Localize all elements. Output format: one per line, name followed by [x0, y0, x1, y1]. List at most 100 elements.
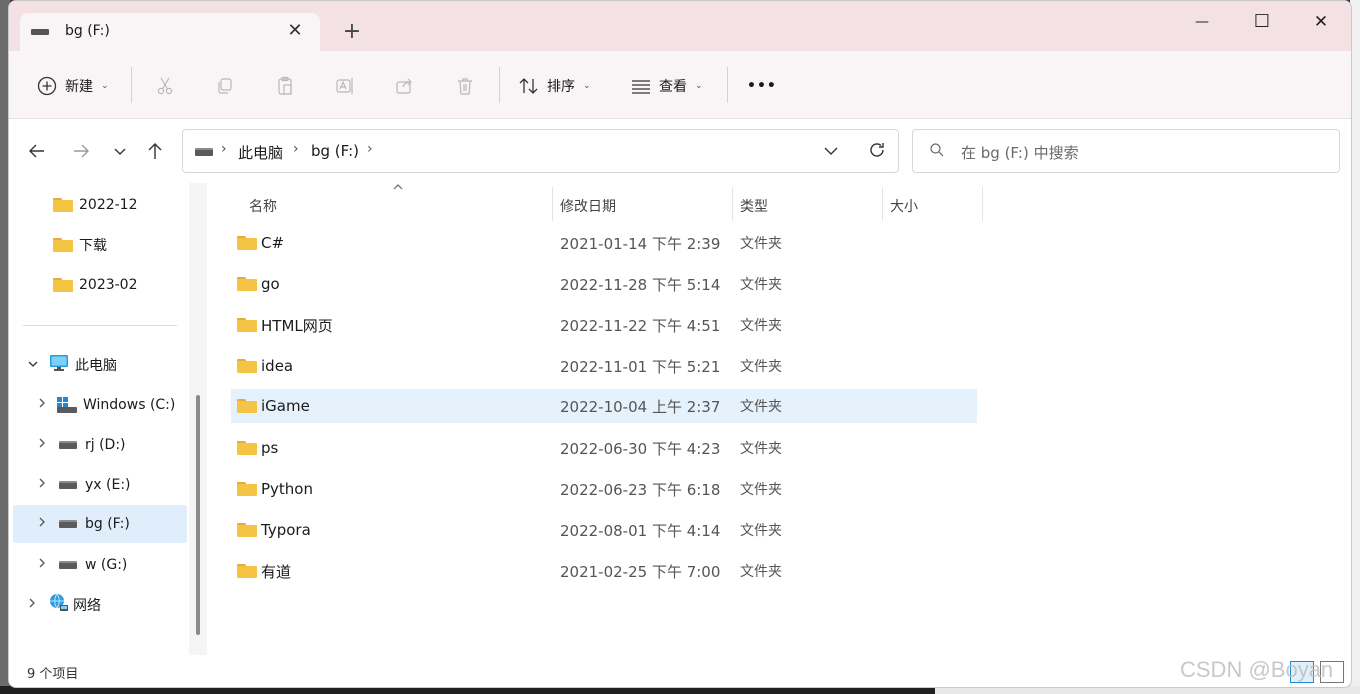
table-row[interactable]: C# 2021-01-14 下午 2:39 文件夹	[231, 226, 977, 260]
view-button[interactable]: 查看 ⌄	[629, 71, 703, 101]
rename-icon	[333, 74, 357, 98]
column-divider[interactable]	[552, 187, 553, 221]
sidebar-item-label: bg (F:)	[85, 516, 130, 532]
file-type: 文件夹	[740, 399, 782, 415]
file-type: 文件夹	[740, 277, 782, 293]
sidebar-item-2022-12[interactable]: 2022-12	[13, 186, 187, 224]
up-arrow-icon[interactable]	[141, 141, 169, 163]
file-date: 2022-10-04 上午 2:37	[560, 397, 721, 416]
paste-button[interactable]	[273, 71, 297, 101]
new-button-label: 新建	[65, 79, 93, 95]
new-button[interactable]: 新建 ⌄	[35, 71, 109, 101]
folder-icon	[237, 523, 257, 537]
new-tab-button[interactable]: +	[341, 21, 363, 43]
sidebar-item-drive-g[interactable]: w (G:)	[13, 546, 187, 584]
chevron-right-icon	[37, 477, 53, 493]
sidebar-item-drive-d[interactable]: rj (D:)	[13, 426, 187, 464]
sidebar-item-this-pc[interactable]: 此电脑	[13, 346, 187, 384]
sort-button[interactable]: 排序 ⌄	[517, 71, 591, 101]
title-bar: bg (F:) ✕ + — ☐ ✕	[9, 1, 1351, 51]
file-explorer-window: bg (F:) ✕ + — ☐ ✕ 新建 ⌄ 排序 ⌄ 查看 ⌄ ••• › 此…	[8, 0, 1352, 688]
tab-close-icon[interactable]: ✕	[285, 21, 305, 41]
table-row[interactable]: idea 2022-11-01 下午 5:21 文件夹	[231, 349, 977, 383]
column-header-name[interactable]: 名称	[249, 189, 551, 223]
delete-button[interactable]	[453, 71, 477, 101]
column-header-size[interactable]: 大小	[890, 189, 980, 223]
file-name: HTML网页	[261, 316, 333, 335]
sidebar-scrollbar-thumb[interactable]	[196, 395, 200, 635]
rename-button[interactable]	[333, 71, 357, 101]
drive-icon	[59, 481, 77, 489]
breadcrumb-separator-icon: ›	[367, 141, 373, 157]
column-divider[interactable]	[882, 187, 883, 221]
file-date: 2022-11-28 下午 5:14	[560, 275, 721, 294]
address-history-chevron-icon[interactable]	[823, 142, 839, 164]
command-bar: 新建 ⌄ 排序 ⌄ 查看 ⌄ •••	[9, 51, 1351, 119]
file-name: ps	[261, 439, 279, 457]
sidebar-item-label: w (G:)	[85, 557, 128, 573]
drive-icon	[31, 29, 49, 35]
more-options-button[interactable]: •••	[747, 71, 777, 101]
search-box[interactable]: 在 bg (F:) 中搜索	[912, 129, 1340, 173]
address-bar[interactable]: › 此电脑 › bg (F:) ›	[182, 129, 899, 173]
sort-icon	[517, 74, 541, 98]
plus-circle-icon	[35, 74, 59, 98]
sidebar-item-label: 2022-12	[79, 197, 138, 213]
trash-icon	[453, 74, 477, 98]
file-name: 有道	[261, 562, 292, 581]
table-row[interactable]: 有道 2021-02-25 下午 7:00 文件夹	[231, 554, 977, 588]
column-header-label: 大小	[890, 199, 918, 215]
table-row[interactable]: ps 2022-06-30 下午 4:23 文件夹	[231, 431, 977, 465]
table-row[interactable]: Python 2022-06-23 下午 6:18 文件夹	[231, 472, 977, 506]
copy-icon	[213, 74, 237, 98]
file-date: 2022-06-23 下午 6:18	[560, 480, 721, 499]
forward-arrow-icon[interactable]	[67, 141, 95, 163]
sidebar-item-network[interactable]: 网络	[13, 586, 187, 624]
cut-button[interactable]	[153, 71, 177, 101]
folder-icon	[53, 278, 73, 292]
column-header-date[interactable]: 修改日期	[560, 189, 730, 223]
table-row[interactable]: iGame 2022-10-04 上午 2:37 文件夹	[231, 389, 977, 423]
chevron-down-icon	[27, 358, 43, 373]
copy-button[interactable]	[213, 71, 237, 101]
column-divider[interactable]	[982, 187, 983, 221]
file-name: idea	[261, 357, 294, 375]
column-header-type[interactable]: 类型	[740, 189, 880, 223]
sidebar-item-downloads[interactable]: 下载	[13, 226, 187, 264]
sidebar-item-drive-f[interactable]: bg (F:)	[13, 505, 187, 543]
chevron-right-icon	[27, 597, 43, 613]
sidebar-item-drive-e[interactable]: yx (E:)	[13, 466, 187, 504]
windows-drive-icon	[57, 397, 77, 413]
file-type: 文件夹	[740, 236, 782, 252]
breadcrumb-bg-f[interactable]: bg (F:)	[311, 142, 359, 160]
sidebar-item-label: 此电脑	[75, 358, 117, 374]
sort-button-label: 排序	[547, 79, 575, 95]
file-type: 文件夹	[740, 523, 782, 539]
table-row[interactable]: HTML网页 2022-11-22 下午 4:51 文件夹	[231, 308, 977, 342]
recent-locations-chevron-icon[interactable]	[106, 141, 134, 163]
folder-icon	[53, 198, 73, 212]
table-row[interactable]: Typora 2022-08-01 下午 4:14 文件夹	[231, 513, 977, 547]
close-window-button[interactable]: ✕	[1298, 9, 1344, 35]
folder-icon	[237, 399, 257, 413]
maximize-button[interactable]: ☐	[1239, 9, 1285, 35]
back-arrow-icon[interactable]	[23, 141, 51, 163]
minimize-button[interactable]: —	[1179, 9, 1225, 35]
file-date: 2021-02-25 下午 7:00	[560, 562, 721, 581]
share-button[interactable]	[393, 71, 417, 101]
file-name: go	[261, 275, 280, 293]
status-bar: 9 个项目	[9, 655, 1351, 687]
chevron-right-icon	[37, 557, 53, 573]
column-divider[interactable]	[732, 187, 733, 221]
breadcrumb-this-pc[interactable]: 此电脑	[238, 142, 283, 163]
drive-icon	[59, 441, 77, 449]
refresh-icon[interactable]	[867, 140, 887, 164]
tab-title: bg (F:)	[65, 23, 110, 39]
sidebar-item-2023-02[interactable]: 2023-02	[13, 266, 187, 304]
drive-icon	[59, 561, 77, 569]
column-header-label: 名称	[249, 199, 277, 215]
sort-ascending-icon	[392, 183, 404, 194]
sidebar-item-label: 下载	[79, 238, 107, 254]
sidebar-item-drive-c[interactable]: Windows (C:)	[13, 386, 187, 424]
table-row[interactable]: go 2022-11-28 下午 5:14 文件夹	[231, 267, 977, 301]
